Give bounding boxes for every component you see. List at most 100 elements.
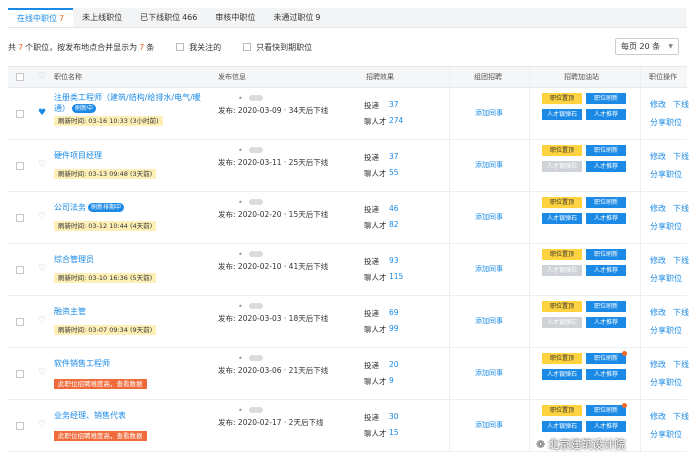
talent-recommend-button[interactable]: 人才推荐 <box>586 161 626 172</box>
job-title-link[interactable]: 软件销售工程师 <box>54 358 212 369</box>
difficulty-warning[interactable]: 此职位招聘难度高，查看数据 <box>54 431 147 441</box>
edit-link[interactable]: 修改 <box>650 412 666 421</box>
offline-link[interactable]: 下线 <box>673 100 689 109</box>
tab-rejected[interactable]: 未通过职位 9 <box>264 8 329 27</box>
job-title-link[interactable]: 注册类工程师（建筑/结构/给排水/电气/暖通） 刷新中 <box>54 92 212 114</box>
row-checkbox[interactable] <box>16 162 24 170</box>
apply-count[interactable]: 93 <box>389 256 399 265</box>
row-checkbox[interactable] <box>16 214 24 222</box>
job-title-link[interactable]: 硬件项目经理 <box>54 150 212 161</box>
share-job-link[interactable]: 分享职位 <box>650 378 682 387</box>
pin-job-button[interactable]: 职位置顶 <box>542 353 582 364</box>
pin-job-button[interactable]: 职位置顶 <box>542 405 582 416</box>
share-job-link[interactable]: 分享职位 <box>650 170 682 179</box>
heart-icon[interactable]: ♡ <box>38 420 46 430</box>
row-checkbox[interactable] <box>16 110 24 118</box>
talent-bank-button[interactable]: 人才银弹石 <box>542 317 582 328</box>
refresh-job-button[interactable]: 职位刷新 <box>586 353 626 364</box>
talent-recommend-button[interactable]: 人才推荐 <box>586 317 626 328</box>
job-title-link[interactable]: 业务经理、销售代表 <box>54 410 212 421</box>
row-checkbox[interactable] <box>16 318 24 326</box>
apply-count[interactable]: 37 <box>389 100 399 109</box>
chat-count[interactable]: 9 <box>389 376 394 385</box>
row-checkbox[interactable] <box>16 422 24 430</box>
my-follow-checkbox[interactable] <box>176 43 185 51</box>
apply-count[interactable]: 30 <box>389 412 399 421</box>
pin-job-button[interactable]: 职位置顶 <box>542 197 582 208</box>
share-job-link[interactable]: 分享职位 <box>650 274 682 283</box>
tab-not-online[interactable]: 未上线职位 <box>73 8 131 27</box>
heart-icon[interactable]: ♡ <box>38 212 46 222</box>
share-job-link[interactable]: 分享职位 <box>650 118 682 127</box>
talent-recommend-button[interactable]: 人才推荐 <box>586 109 626 120</box>
heart-icon[interactable]: ♥ <box>38 108 46 118</box>
offline-link[interactable]: 下线 <box>673 152 689 161</box>
edit-link[interactable]: 修改 <box>650 256 666 265</box>
expiring-checkbox[interactable] <box>243 43 252 51</box>
refresh-job-button[interactable]: 职位刷新 <box>586 145 626 156</box>
row-checkbox[interactable] <box>16 266 24 274</box>
chat-count[interactable]: 99 <box>389 324 399 333</box>
share-job-link[interactable]: 分享职位 <box>650 430 682 439</box>
heart-icon[interactable]: ♡ <box>38 264 46 274</box>
difficulty-warning[interactable]: 此职位招聘难度高，查看数据 <box>54 379 147 389</box>
heart-icon[interactable]: ♡ <box>38 160 46 170</box>
talent-recommend-button[interactable]: 人才推荐 <box>586 369 626 380</box>
add-colleague-link[interactable]: 添加同事 <box>449 316 529 326</box>
chat-count[interactable]: 82 <box>389 220 399 229</box>
refresh-job-button[interactable]: 职位刷新 <box>586 93 626 104</box>
refresh-job-button[interactable]: 职位刷新 <box>586 249 626 260</box>
refresh-job-button[interactable]: 职位刷新 <box>586 197 626 208</box>
refresh-job-button[interactable]: 职位刷新 <box>586 301 626 312</box>
add-colleague-link[interactable]: 添加同事 <box>449 420 529 430</box>
talent-recommend-button[interactable]: 人才推荐 <box>586 265 626 276</box>
add-colleague-link[interactable]: 添加同事 <box>449 160 529 170</box>
offline-link[interactable]: 下线 <box>673 308 689 317</box>
apply-count[interactable]: 20 <box>389 360 399 369</box>
apply-count[interactable]: 69 <box>389 308 399 317</box>
chat-count[interactable]: 15 <box>389 428 399 437</box>
tab-online[interactable]: 在线中职位 7 <box>8 8 74 27</box>
talent-bank-button[interactable]: 人才银弹石 <box>542 213 582 224</box>
chat-count[interactable]: 115 <box>389 272 403 281</box>
heart-icon[interactable]: ♡ <box>38 316 46 326</box>
tab-reviewing[interactable]: 审核中职位 <box>206 8 264 27</box>
job-title-link[interactable]: 公司法务 刷新排期中 <box>54 202 212 213</box>
talent-bank-button[interactable]: 人才银弹石 <box>542 369 582 380</box>
talent-bank-button[interactable]: 人才银弹石 <box>542 265 582 276</box>
edit-link[interactable]: 修改 <box>650 204 666 213</box>
job-title-link[interactable]: 综合管理员 <box>54 254 212 265</box>
chat-count[interactable]: 274 <box>389 116 403 125</box>
pin-job-button[interactable]: 职位置顶 <box>542 93 582 104</box>
pin-job-button[interactable]: 职位置顶 <box>542 145 582 156</box>
per-page-select[interactable]: 每页 20 条 ▼ <box>615 38 679 55</box>
add-colleague-link[interactable]: 添加同事 <box>449 264 529 274</box>
offline-link[interactable]: 下线 <box>673 412 689 421</box>
chat-count[interactable]: 55 <box>389 168 399 177</box>
offline-link[interactable]: 下线 <box>673 360 689 369</box>
share-job-link[interactable]: 分享职位 <box>650 222 682 231</box>
edit-link[interactable]: 修改 <box>650 308 666 317</box>
edit-link[interactable]: 修改 <box>650 100 666 109</box>
apply-count[interactable]: 46 <box>389 204 399 213</box>
offline-link[interactable]: 下线 <box>673 256 689 265</box>
talent-bank-button[interactable]: 人才银弹石 <box>542 421 582 432</box>
talent-bank-button[interactable]: 人才银弹石 <box>542 161 582 172</box>
add-colleague-link[interactable]: 添加同事 <box>449 108 529 118</box>
edit-link[interactable]: 修改 <box>650 152 666 161</box>
heart-icon[interactable]: ♡ <box>38 368 46 378</box>
tab-offline[interactable]: 已下线职位 466 <box>131 8 206 27</box>
apply-count[interactable]: 37 <box>389 152 399 161</box>
pin-job-button[interactable]: 职位置顶 <box>542 301 582 312</box>
talent-recommend-button[interactable]: 人才推荐 <box>586 213 626 224</box>
row-checkbox[interactable] <box>16 370 24 378</box>
talent-bank-button[interactable]: 人才银弹石 <box>542 109 582 120</box>
select-all-checkbox[interactable] <box>16 73 24 81</box>
add-colleague-link[interactable]: 添加同事 <box>449 368 529 378</box>
share-job-link[interactable]: 分享职位 <box>650 326 682 335</box>
refresh-job-button[interactable]: 职位刷新 <box>586 405 626 416</box>
offline-link[interactable]: 下线 <box>673 204 689 213</box>
pin-job-button[interactable]: 职位置顶 <box>542 249 582 260</box>
talent-recommend-button[interactable]: 人才推荐 <box>586 421 626 432</box>
add-colleague-link[interactable]: 添加同事 <box>449 212 529 222</box>
